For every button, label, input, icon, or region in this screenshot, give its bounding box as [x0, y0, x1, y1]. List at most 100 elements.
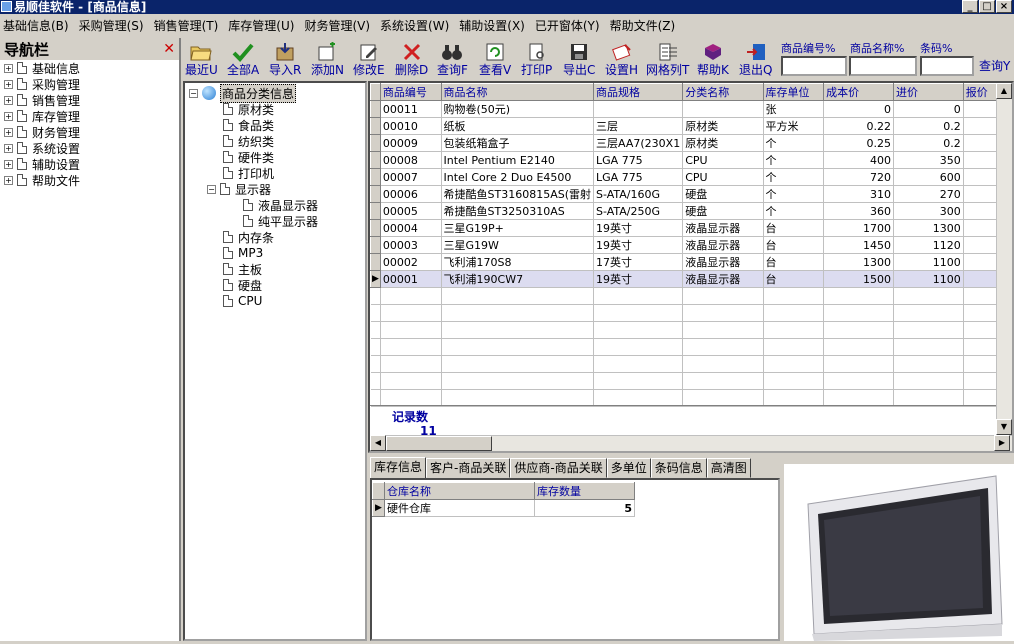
- table-row[interactable]: 00011 购物卷(50元) 张 0 0: [370, 100, 1012, 118]
- grid-cell[interactable]: S-ATA/250G: [593, 202, 684, 220]
- row-indicator[interactable]: [370, 151, 381, 169]
- edit-button[interactable]: 修改E: [353, 38, 385, 80]
- grid-cell[interactable]: 00003: [380, 236, 442, 254]
- table-row[interactable]: ▶00001飞利浦190CW719英寸液晶显示器台150011002: [370, 270, 1012, 288]
- grid-cell[interactable]: 台: [763, 253, 825, 271]
- query-barcode-input[interactable]: [920, 56, 974, 76]
- grid-cell[interactable]: 00002: [380, 253, 442, 271]
- scroll-up-icon[interactable]: ▲: [996, 83, 1012, 99]
- query-name-input[interactable]: [849, 56, 917, 76]
- grid-cell[interactable]: 0.25: [823, 134, 894, 152]
- table-row[interactable]: 00002飞利浦170S817英寸液晶显示器台130011001: [370, 253, 1012, 271]
- grid-columns-button[interactable]: 网格列T: [646, 38, 689, 80]
- menu-auxiliary[interactable]: 辅助设置(X): [456, 17, 532, 34]
- grid-cell[interactable]: 400: [823, 151, 894, 169]
- row-indicator[interactable]: [370, 117, 381, 135]
- delete-button[interactable]: 删除D: [395, 38, 428, 80]
- grid-cell[interactable]: 1300: [823, 253, 894, 271]
- row-indicator[interactable]: [370, 100, 381, 118]
- grid-cell[interactable]: 希捷酷鱼ST3250310AS: [441, 202, 595, 220]
- grid-cell[interactable]: 00008: [380, 151, 442, 169]
- grid-cell[interactable]: Intel Core 2 Duo E4500: [441, 168, 595, 186]
- grid-cell[interactable]: 1100: [893, 270, 964, 288]
- current-row-icon[interactable]: ▶: [370, 270, 381, 288]
- row-indicator[interactable]: [370, 185, 381, 203]
- nav-item-system[interactable]: + 系统设置: [0, 140, 179, 156]
- table-row[interactable]: 00003三星G19W19英寸液晶显示器台145011201: [370, 236, 1012, 254]
- grid-cell[interactable]: 00011: [380, 100, 442, 118]
- settings-button[interactable]: 设置H: [605, 38, 638, 80]
- grid-cell[interactable]: LGA 775: [593, 168, 684, 186]
- scroll-down-icon[interactable]: ▼: [996, 419, 1012, 435]
- collapse-icon[interactable]: −: [207, 184, 216, 194]
- tree-item[interactable]: 食品类: [223, 117, 274, 133]
- grid-cell[interactable]: 纸板: [441, 117, 595, 135]
- menu-finance[interactable]: 财务管理(V): [301, 17, 377, 34]
- row-indicator[interactable]: [370, 134, 381, 152]
- help-button[interactable]: 帮助K: [697, 38, 729, 80]
- table-row[interactable]: 00005 希捷酷鱼ST3250310AS S-ATA/250G 硬盘个 360 300: [370, 202, 1012, 220]
- grid-cell[interactable]: 360: [823, 202, 894, 220]
- grid-cell[interactable]: CPU: [682, 168, 764, 186]
- grid-cell[interactable]: 350: [893, 151, 964, 169]
- column-header[interactable]: 库存数量: [534, 482, 635, 500]
- row-indicator[interactable]: [370, 219, 381, 237]
- tab-hd-image[interactable]: 高清图: [706, 458, 751, 478]
- grid-cell[interactable]: LGA 775: [593, 151, 684, 169]
- menu-help[interactable]: 帮助文件(Z): [607, 17, 683, 34]
- table-row[interactable]: ▶ 硬件仓库 5: [372, 499, 635, 517]
- export-button[interactable]: 导出C: [563, 38, 595, 80]
- tree-item[interactable]: 纯平显示器: [243, 213, 318, 229]
- add-button[interactable]: 添加N: [311, 38, 344, 80]
- grid-cell[interactable]: 0.2: [893, 134, 964, 152]
- quantity-cell[interactable]: 5: [534, 499, 635, 517]
- grid-cell[interactable]: 0.22: [823, 117, 894, 135]
- tree-item[interactable]: 纺织类: [223, 133, 274, 149]
- grid-cell[interactable]: 液晶显示器: [682, 236, 764, 254]
- table-row[interactable]: 00004三星G19P+19英寸液晶显示器台170013002: [370, 219, 1012, 237]
- expand-icon[interactable]: +: [4, 159, 13, 169]
- scroll-left-icon[interactable]: ◀: [370, 435, 386, 451]
- grid-cell[interactable]: 19英寸: [593, 236, 684, 254]
- grid-cell[interactable]: 17英寸: [593, 253, 684, 271]
- tree-item[interactable]: 打印机: [223, 165, 274, 181]
- tab-barcode[interactable]: 条码信息: [650, 458, 707, 478]
- grid-cell[interactable]: 张: [763, 100, 825, 118]
- grid-cell[interactable]: 00005: [380, 202, 442, 220]
- grid-cell[interactable]: 飞利浦170S8: [441, 253, 595, 271]
- grid-cell[interactable]: 300: [893, 202, 964, 220]
- grid-cell[interactable]: 310: [823, 185, 894, 203]
- row-indicator[interactable]: [370, 236, 381, 254]
- query-submit-button[interactable]: 查询Y: [979, 57, 1010, 74]
- column-header[interactable]: 库存单位: [762, 83, 825, 101]
- column-header[interactable]: 商品规格: [593, 83, 684, 101]
- grid-cell[interactable]: Intel Pentium E2140: [441, 151, 595, 169]
- grid-cell[interactable]: 硬盘: [682, 185, 764, 203]
- expand-icon[interactable]: +: [4, 175, 13, 185]
- table-row[interactable]: 00010 纸板 三层 原材类 平方米 0.22 0.2: [370, 117, 1012, 135]
- restore-button[interactable]: □: [979, 0, 995, 13]
- nav-item-basic-info[interactable]: + 基础信息: [0, 60, 179, 76]
- tab-customer-link[interactable]: 客户-商品关联: [426, 458, 511, 478]
- column-header[interactable]: 进价: [892, 83, 964, 101]
- menu-inventory[interactable]: 库存管理(U): [225, 17, 301, 34]
- nav-item-purchase[interactable]: + 采购管理: [0, 76, 179, 92]
- nav-item-help[interactable]: + 帮助文件: [0, 172, 179, 188]
- tab-supplier-link[interactable]: 供应商-商品关联: [510, 458, 607, 478]
- grid-cell[interactable]: 液晶显示器: [682, 219, 764, 237]
- grid-cell[interactable]: 600: [893, 168, 964, 186]
- grid-cell[interactable]: 19英寸: [593, 270, 684, 288]
- column-header[interactable]: 商品名称: [440, 83, 595, 101]
- table-row[interactable]: 00008 Intel Pentium E2140 LGA 775 CPU 个 400 35…: [370, 151, 1012, 169]
- grid-cell[interactable]: 飞利浦190CW7: [441, 270, 595, 288]
- warehouse-cell[interactable]: 硬件仓库: [384, 499, 535, 517]
- expand-icon[interactable]: +: [4, 63, 13, 73]
- grid-cell[interactable]: 720: [823, 168, 894, 186]
- tree-item[interactable]: − 显示器: [207, 181, 271, 197]
- horizontal-scrollbar[interactable]: ◀ ▶: [370, 435, 1012, 451]
- tree-root[interactable]: − 商品分类信息: [189, 83, 297, 103]
- nav-item-finance[interactable]: + 财务管理: [0, 124, 179, 140]
- expand-icon[interactable]: +: [4, 95, 13, 105]
- grid-cell[interactable]: S-ATA/160G: [593, 185, 684, 203]
- tab-multi-unit[interactable]: 多单位: [606, 458, 651, 478]
